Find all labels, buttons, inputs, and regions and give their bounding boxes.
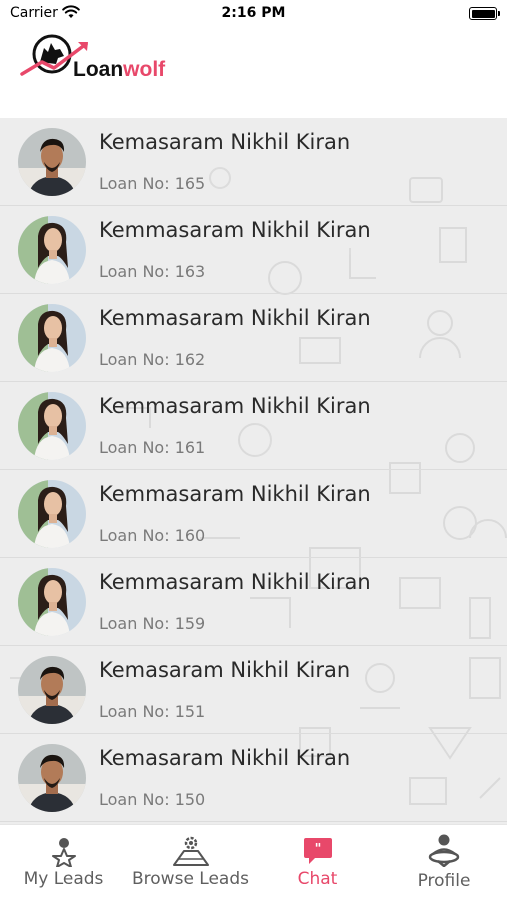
lead-name: Kemmasaram Nikhil Kiran [99, 394, 371, 418]
lead-loan-number: Loan No: 151 [99, 702, 206, 721]
female-avatar-icon [18, 568, 86, 636]
loanwolf-logo: Loanwolf [20, 32, 170, 92]
profile-icon [428, 834, 460, 867]
lead-loan-number: Loan No: 161 [99, 438, 206, 457]
lead-avatar [18, 216, 86, 284]
male-avatar-icon [18, 744, 86, 812]
tab-browse-leads[interactable]: Browse Leads [127, 825, 254, 900]
lead-name: Kemasaram Nikhil Kiran [99, 746, 351, 770]
lead-avatar [18, 480, 86, 548]
lead-loan-number: Loan No: 150 [99, 790, 206, 809]
clock: 2:16 PM [221, 5, 286, 21]
lead-name: Kemmasaram Nikhil Kiran [99, 306, 371, 330]
tab-chat[interactable]: " Chat [254, 825, 381, 900]
lead-name: Kemmasaram Nikhil Kiran [99, 570, 371, 594]
lead-row[interactable]: Kemmasaram Nikhil Kiran Loan No: 163 [0, 206, 507, 294]
lead-row[interactable]: Kemasaram Nikhil Kiran Loan No: 150 [0, 734, 507, 822]
male-avatar-icon [18, 128, 86, 196]
lead-avatar [18, 392, 86, 460]
leads-list[interactable]: Kemasaram Nikhil Kiran Loan No: 165 Kemm… [0, 118, 507, 824]
female-avatar-icon [18, 304, 86, 372]
lead-row[interactable]: Kemmasaram Nikhil Kiran Loan No: 159 [0, 558, 507, 646]
tab-my-leads[interactable]: My Leads [0, 825, 127, 900]
status-bar: Carrier 2:16 PM [0, 0, 507, 28]
lead-avatar [18, 128, 86, 196]
lead-loan-number: Loan No: 160 [99, 526, 206, 545]
lead-avatar [18, 304, 86, 372]
lead-row[interactable]: Kemmasaram Nikhil Kiran Loan No: 160 [0, 470, 507, 558]
tab-profile[interactable]: Profile [381, 825, 507, 900]
lead-avatar [18, 568, 86, 636]
female-avatar-icon [18, 392, 86, 460]
lead-loan-number: Loan No: 165 [99, 174, 206, 193]
lead-avatar [18, 744, 86, 812]
person-star-icon [51, 838, 76, 867]
lead-loan-number: Loan No: 159 [99, 614, 206, 633]
tab-label: Chat [297, 869, 338, 889]
tab-label: Profile [417, 871, 471, 891]
male-avatar-icon [18, 656, 86, 724]
battery-icon [469, 7, 500, 20]
svg-text:": " [314, 842, 321, 857]
lead-avatar [18, 656, 86, 724]
bottom-tab-bar: My Leads Browse Leads " Chat Profile [0, 824, 507, 900]
lead-name: Kemasaram Nikhil Kiran [99, 658, 351, 682]
lead-row[interactable]: Kemasaram Nikhil Kiran Loan No: 165 [0, 118, 507, 206]
female-avatar-icon [18, 480, 86, 548]
lead-name: Kemmasaram Nikhil Kiran [99, 218, 371, 242]
tab-label: My Leads [23, 869, 104, 889]
lead-loan-number: Loan No: 163 [99, 262, 206, 281]
female-avatar-icon [18, 216, 86, 284]
browse-leads-icon [172, 836, 209, 866]
chat-icon: " [303, 838, 332, 864]
lead-loan-number: Loan No: 162 [99, 350, 206, 369]
lead-name: Kemmasaram Nikhil Kiran [99, 482, 371, 506]
lead-row[interactable]: Kemmasaram Nikhil Kiran Loan No: 162 [0, 294, 507, 382]
lead-row[interactable]: Kemmasaram Nikhil Kiran Loan No: 161 [0, 382, 507, 470]
lead-name: Kemasaram Nikhil Kiran [99, 130, 351, 154]
tab-label: Browse Leads [132, 869, 249, 889]
app-header: Loanwolf [0, 28, 507, 118]
lead-row[interactable]: Kemasaram Nikhil Kiran Loan No: 151 [0, 646, 507, 734]
logo-text: Loanwolf [73, 58, 166, 81]
